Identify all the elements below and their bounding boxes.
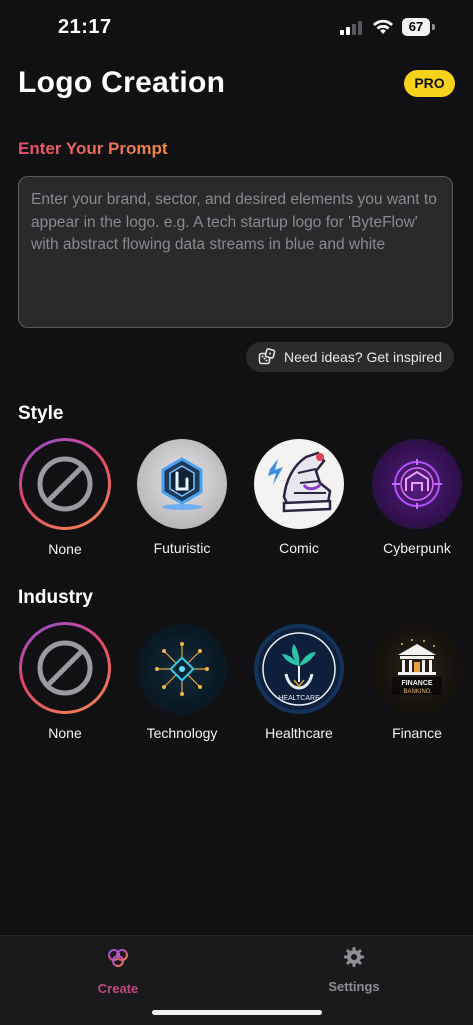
gear-icon <box>344 947 364 967</box>
technology-circuit-icon <box>155 642 209 696</box>
cyberpunk-thumbnail <box>372 439 462 529</box>
banking-logo-text: BANKING <box>403 689 430 695</box>
industry-label-none: None <box>48 725 82 741</box>
tab-settings[interactable]: Settings <box>304 946 404 994</box>
technology-thumbnail <box>137 624 227 714</box>
style-option-futuristic[interactable]: Futuristic <box>127 439 237 556</box>
tab-settings-label: Settings <box>328 979 380 994</box>
get-inspired-label: Need ideas? Get inspired <box>284 349 442 365</box>
none-icon <box>37 640 93 696</box>
style-label-comic: Comic <box>279 540 319 556</box>
style-option-comic[interactable]: Comic <box>244 439 354 556</box>
healthcare-thumbnail: HEALTCARE <box>254 624 344 714</box>
finance-bank-icon: FINANCE BANKING <box>392 639 442 695</box>
tab-create[interactable]: Create <box>68 946 168 996</box>
style-option-cyberpunk[interactable]: Cyberpunk <box>362 439 472 556</box>
futuristic-thumbnail <box>137 439 227 529</box>
status-time: 21:17 <box>58 16 112 38</box>
none-industry-ring <box>19 622 111 714</box>
style-label-cyberpunk: Cyberpunk <box>383 540 451 556</box>
finance-thumbnail: FINANCE BANKING <box>372 624 462 714</box>
none-icon <box>37 456 93 512</box>
page-title: Logo Creation <box>18 66 226 99</box>
battery-tip <box>432 24 435 30</box>
style-label-futuristic: Futuristic <box>153 540 211 556</box>
prompt-input[interactable] <box>31 189 439 315</box>
dice-icon <box>258 348 276 365</box>
comic-sneaker-icon <box>268 451 332 513</box>
status-bar: 21:17 67 <box>0 0 473 56</box>
healthcare-logo-text: HEALTCARE <box>278 695 320 702</box>
comic-thumbnail <box>254 439 344 529</box>
wifi-icon <box>373 19 393 34</box>
healthcare-leaf-icon: HEALTCARE <box>262 632 336 706</box>
pro-badge-button[interactable]: PRO <box>404 70 455 97</box>
home-indicator[interactable] <box>152 1010 322 1015</box>
industry-section-title: Industry <box>18 587 93 608</box>
cellular-signal-icon <box>340 21 362 35</box>
style-section-title: Style <box>18 403 64 424</box>
industry-label-healthcare: Healthcare <box>265 725 333 741</box>
cyberpunk-emblem-icon <box>392 459 442 509</box>
industry-label-finance: Finance <box>392 725 442 741</box>
create-icon <box>108 949 128 967</box>
get-inspired-button[interactable]: Need ideas? Get inspired <box>246 342 454 372</box>
none-style-ring <box>19 438 111 530</box>
industry-option-technology[interactable]: Technology <box>127 624 237 741</box>
battery-icon: 67 <box>402 18 430 36</box>
prompt-box <box>18 176 453 328</box>
prompt-label: Enter Your Prompt <box>18 139 168 158</box>
industry-label-technology: Technology <box>146 725 218 741</box>
finance-logo-text: FINANCE <box>401 680 432 687</box>
futuristic-hexagon-icon <box>161 457 203 510</box>
style-label-none: None <box>48 541 82 557</box>
style-option-none[interactable]: None <box>10 438 120 557</box>
industry-option-none[interactable]: None <box>10 622 120 741</box>
industry-option-healthcare[interactable]: HEALTCARE Healthcare <box>244 624 354 741</box>
tab-create-label: Create <box>97 981 139 996</box>
industry-option-finance[interactable]: FINANCE BANKING Finance <box>362 624 472 741</box>
